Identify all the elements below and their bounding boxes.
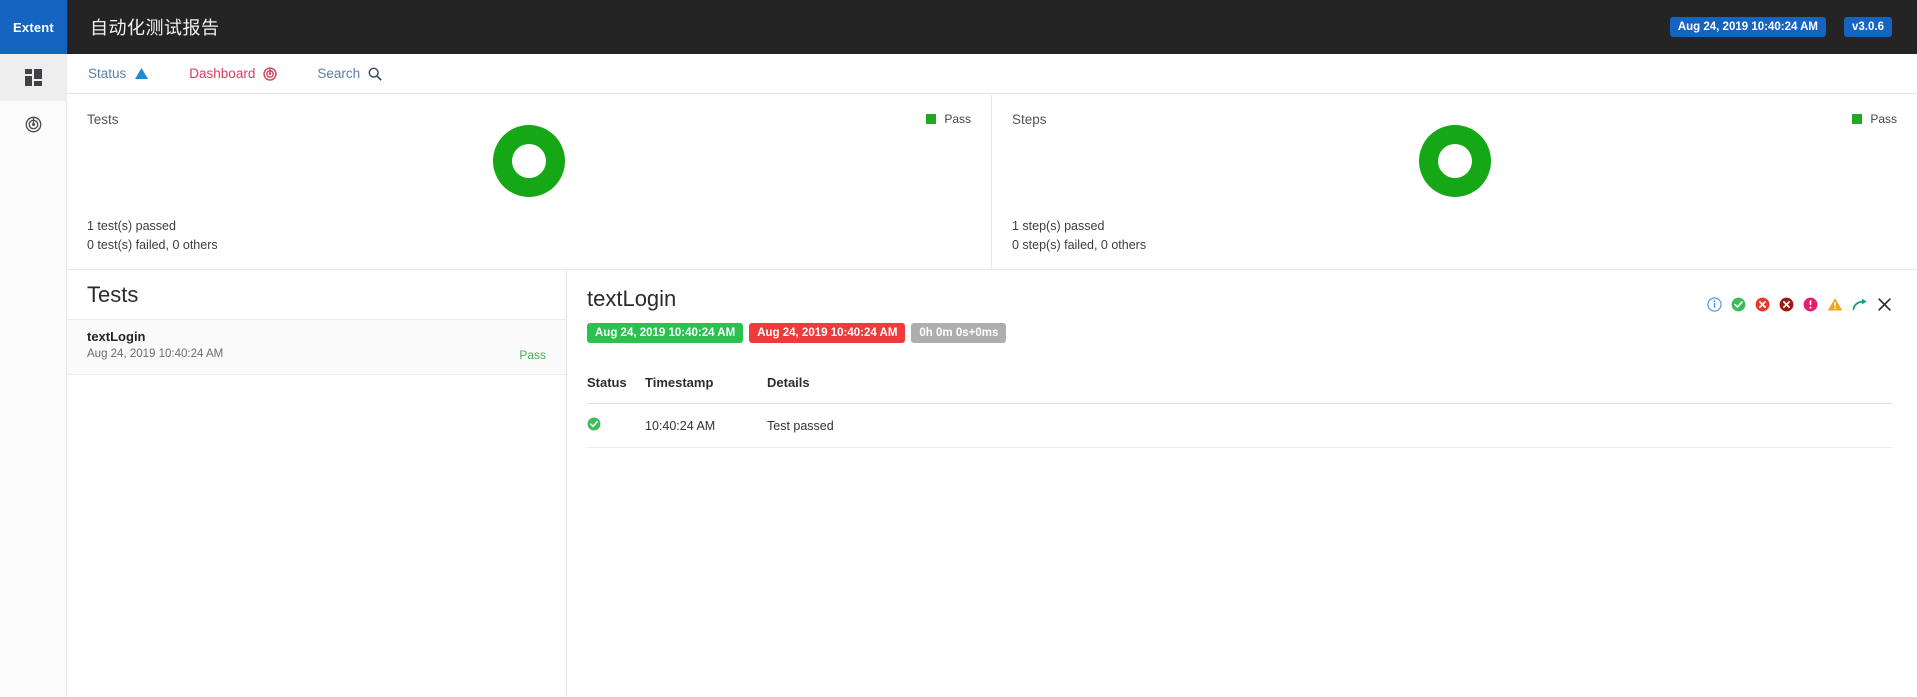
steps-card-label: Steps [1012,112,1047,127]
tests-failed-line: 0 test(s) failed, 0 others [87,238,218,252]
main-split: Tests textLogin Aug 24, 2019 10:40:24 AM… [67,270,1917,697]
steps-donut-chart [1418,125,1491,197]
legend-swatch-pass [1852,114,1863,124]
steps-passed-line: 1 step(s) passed [1012,219,1105,233]
steps-summary-card: Steps Pass 1 step(s) passed 0 step(s) fa… [992,95,1917,270]
tests-passed-line: 1 test(s) passed [87,219,176,233]
extent-logo[interactable]: Extent [0,0,67,54]
triangle-up-icon [134,67,149,80]
nav-strip: Status Dashboard Search [67,54,1917,94]
steps-card-legend: Pass [1852,112,1897,126]
tests-card-label: Tests [87,112,119,127]
start-time-chip: Aug 24, 2019 10:40:24 AM [587,323,744,343]
column-header-timestamp: Timestamp [645,375,737,404]
radar-icon [25,116,42,133]
version-badge: v3.0.6 [1844,17,1892,37]
tests-donut-chart [493,125,565,197]
test-list-item[interactable]: textLogin Aug 24, 2019 10:40:24 AM Pass [67,320,566,375]
test-list-item-name: textLogin [87,329,146,344]
cross-circle-dark-icon[interactable] [1779,297,1794,312]
check-circle-icon [587,417,601,434]
detail-filter-icon-row [1707,297,1892,312]
tests-card-footer: 1 test(s) passed 0 test(s) failed, 0 oth… [87,217,218,255]
detail-title: textLogin [587,286,677,311]
test-detail-pane: textLogin Aug 24, 2019 10:40:24 AM Aug 2… [567,270,1917,697]
steps-table-head: Status Timestamp Details [587,375,1892,404]
nav-item-dashboard[interactable]: Dashboard [189,66,277,81]
steps-table-header-row: Status Timestamp Details [587,375,1892,404]
topbar-right-group: Aug 24, 2019 10:40:24 AM v3.0.6 [1669,17,1917,37]
column-header-status: Status [587,375,645,404]
detail-chip-group: Aug 24, 2019 10:40:24 AM Aug 24, 2019 10… [587,323,1892,343]
summary-cards: Tests Pass 1 test(s) passed 0 test(s) fa… [67,95,1917,270]
steps-failed-line: 0 step(s) failed, 0 others [1012,238,1147,252]
search-icon [368,67,382,81]
nav-status-label: Status [88,66,127,81]
info-icon[interactable] [1707,297,1722,312]
steps-card-footer: 1 step(s) passed 0 step(s) failed, 0 oth… [1012,217,1146,255]
tests-list-title: Tests [67,270,566,320]
legend-label-pass: Pass [1870,112,1897,126]
step-details-cell: Test passed [737,403,1892,448]
steps-table-body: 10:40:24 AM Test passed [587,403,1892,448]
legend-label-pass: Pass [944,112,971,126]
nav-search-label: Search [317,66,361,81]
duration-chip: 0h 0m 0s+0ms [911,323,1007,343]
grid-icon [25,69,42,86]
warning-triangle-icon[interactable] [1827,297,1843,312]
table-row: 10:40:24 AM Test passed [587,403,1892,448]
step-timestamp-cell: 10:40:24 AM [645,403,737,448]
legend-swatch-pass [926,114,937,124]
nav-item-status[interactable]: Status [88,66,149,81]
rail-item-dashboard[interactable] [0,54,67,101]
exclamation-circle-icon[interactable] [1803,297,1818,312]
report-timestamp-badge: Aug 24, 2019 10:40:24 AM [1669,17,1827,37]
nav-dashboard-label: Dashboard [189,66,256,81]
close-icon[interactable] [1877,297,1892,312]
test-list-item-timestamp: Aug 24, 2019 10:40:24 AM [87,348,224,360]
left-rail [0,54,67,697]
report-title: 自动化测试报告 [90,18,220,38]
check-circle-icon[interactable] [1731,297,1746,312]
cross-circle-icon[interactable] [1755,297,1770,312]
tests-summary-card: Tests Pass 1 test(s) passed 0 test(s) fa… [67,95,992,270]
tests-card-legend: Pass [926,112,971,126]
steps-table: Status Timestamp Details 10:40:24 AM Tes… [587,375,1892,448]
skip-arrow-icon[interactable] [1852,298,1868,312]
column-header-details: Details [737,375,1892,404]
top-bar: Extent 自动化测试报告 Aug 24, 2019 10:40:24 AM … [0,0,1917,54]
end-time-chip: Aug 24, 2019 10:40:24 AM [749,323,906,343]
test-list-item-status: Pass [519,348,546,362]
rail-item-target[interactable] [0,101,67,148]
radar-icon [263,66,277,81]
nav-item-search[interactable]: Search [317,66,382,81]
step-status-cell [587,403,645,448]
tests-list-pane: Tests textLogin Aug 24, 2019 10:40:24 AM… [67,270,567,697]
